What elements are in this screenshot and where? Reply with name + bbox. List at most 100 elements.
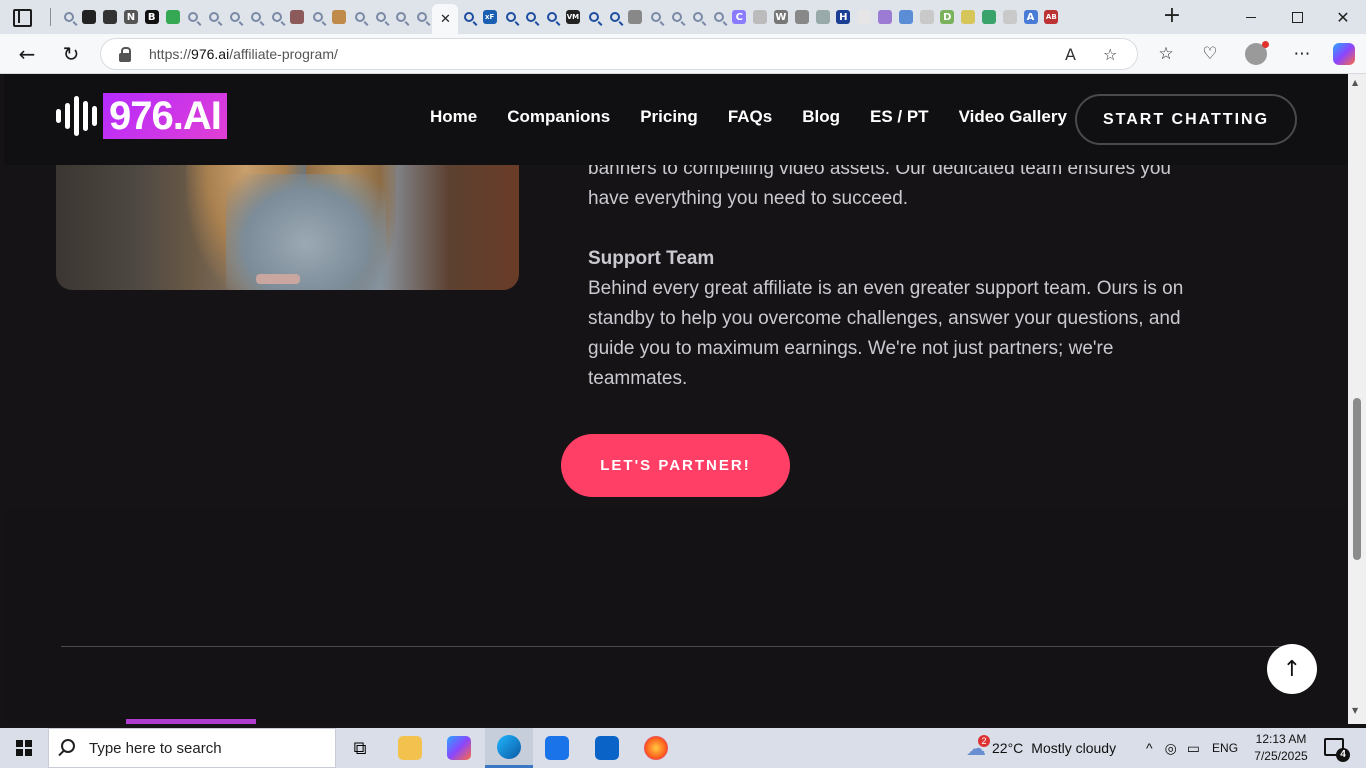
clock[interactable]: 12:13 AM 7/25/2025 xyxy=(1245,731,1317,765)
tab[interactable] xyxy=(287,4,308,30)
lets-partner-button[interactable]: LET'S PARTNER! xyxy=(561,434,790,497)
tab[interactable] xyxy=(266,4,287,30)
tab-close-icon[interactable]: ✕ xyxy=(440,12,451,27)
tab[interactable] xyxy=(625,4,646,30)
store-app[interactable] xyxy=(533,728,581,768)
back-button[interactable]: ← xyxy=(12,40,42,68)
show-hidden-icons-icon[interactable]: ^ xyxy=(1146,740,1153,756)
start-button[interactable] xyxy=(0,728,48,768)
tab[interactable] xyxy=(708,4,729,30)
nav-blog[interactable]: Blog xyxy=(802,107,840,127)
tab[interactable] xyxy=(542,4,563,30)
scrollbar-thumb[interactable] xyxy=(1353,398,1361,560)
site-logo[interactable]: 976.AI xyxy=(56,92,227,140)
tab[interactable] xyxy=(412,4,433,30)
tab[interactable]: A xyxy=(1020,4,1041,30)
tab[interactable]: VM xyxy=(562,4,583,30)
file-explorer-app[interactable] xyxy=(386,728,434,768)
tab[interactable] xyxy=(349,4,370,30)
minimize-button[interactable] xyxy=(1228,0,1274,34)
edge-app[interactable] xyxy=(485,728,533,768)
tab[interactable] xyxy=(162,4,183,30)
tab-list: N B ✕ xF VM C W H D A AB xyxy=(58,0,1158,34)
tab[interactable]: C xyxy=(729,4,750,30)
tab[interactable]: D xyxy=(937,4,958,30)
tab[interactable] xyxy=(978,4,999,30)
tab[interactable] xyxy=(458,4,479,30)
tab[interactable]: B xyxy=(141,4,162,30)
tab[interactable] xyxy=(646,4,667,30)
favorites-icon[interactable]: ☆ xyxy=(1154,42,1178,66)
tab[interactable] xyxy=(812,4,833,30)
tab[interactable]: W xyxy=(770,4,791,30)
tab[interactable] xyxy=(308,4,329,30)
tab[interactable] xyxy=(854,4,875,30)
tab[interactable] xyxy=(100,4,121,30)
page-scrollbar[interactable]: ▲ ▼ xyxy=(1348,74,1366,724)
tab[interactable]: N xyxy=(120,4,141,30)
tab[interactable] xyxy=(895,4,916,30)
tab[interactable] xyxy=(687,4,708,30)
nav-pricing[interactable]: Pricing xyxy=(640,107,698,127)
tab[interactable]: xF xyxy=(479,4,500,30)
tab[interactable] xyxy=(750,4,771,30)
read-aloud-icon[interactable]: A xyxy=(1065,45,1076,64)
more-menu-icon[interactable]: ⋯ xyxy=(1290,42,1314,66)
tab[interactable] xyxy=(604,4,625,30)
tab[interactable] xyxy=(79,4,100,30)
tab-actions-icon[interactable] xyxy=(12,7,32,27)
refresh-button[interactable]: ↻ xyxy=(56,40,86,68)
copilot-icon[interactable] xyxy=(1333,43,1355,65)
firefox-app[interactable] xyxy=(632,728,680,768)
nav-video-gallery[interactable]: Video Gallery xyxy=(959,107,1067,127)
url-text[interactable]: https://976.ai/affiliate-program/ xyxy=(149,46,338,62)
scroll-to-top-button[interactable]: ↑ xyxy=(1267,644,1317,694)
maximize-button[interactable] xyxy=(1274,0,1320,34)
tab[interactable]: H xyxy=(833,4,854,30)
tab[interactable] xyxy=(791,4,812,30)
tab[interactable] xyxy=(245,4,266,30)
taskbar-search[interactable]: Type here to search xyxy=(48,728,336,768)
tab[interactable] xyxy=(183,4,204,30)
tab[interactable] xyxy=(999,4,1020,30)
nav-es-pt[interactable]: ES / PT xyxy=(870,107,929,127)
tab[interactable] xyxy=(521,4,542,30)
tab[interactable]: AB xyxy=(1041,4,1062,30)
scroll-down-arrow[interactable]: ▼ xyxy=(1352,706,1358,715)
profile-avatar[interactable] xyxy=(1245,41,1269,65)
nav-companions[interactable]: Companions xyxy=(507,107,610,127)
tab[interactable] xyxy=(583,4,604,30)
tab[interactable] xyxy=(58,4,79,30)
address-bar[interactable]: https://976.ai/affiliate-program/ A ☆ xyxy=(100,38,1138,70)
favorite-star-icon[interactable]: ☆ xyxy=(1103,45,1117,64)
meet-icon[interactable]: ◎ xyxy=(1165,740,1177,757)
tab[interactable] xyxy=(916,4,937,30)
search-icon xyxy=(354,12,365,22)
tab[interactable] xyxy=(666,4,687,30)
tab[interactable] xyxy=(328,4,349,30)
tab[interactable] xyxy=(500,4,521,30)
tab[interactable] xyxy=(224,4,245,30)
scroll-up-arrow[interactable]: ▲ xyxy=(1352,78,1358,87)
window-close-button[interactable]: ✕ xyxy=(1320,0,1366,34)
notification-center-icon[interactable]: 4 xyxy=(1324,738,1350,762)
tab[interactable] xyxy=(370,4,391,30)
tab[interactable] xyxy=(874,4,895,30)
network-icon[interactable]: ▭ xyxy=(1187,740,1200,757)
new-tab-button[interactable]: + xyxy=(1161,5,1183,28)
tab[interactable] xyxy=(958,4,979,30)
browser-essentials-icon[interactable]: ♡ xyxy=(1198,42,1222,66)
tab-active[interactable]: ✕ xyxy=(432,4,459,34)
nav-home[interactable]: Home xyxy=(430,107,477,127)
lock-icon[interactable] xyxy=(119,47,131,62)
copilot-app[interactable] xyxy=(435,728,483,768)
b-italic-icon xyxy=(898,10,913,24)
tab[interactable] xyxy=(391,4,412,30)
tab[interactable] xyxy=(204,4,225,30)
weather-widget[interactable]: ☁ 2 22°C Mostly cloudy xyxy=(966,728,1116,768)
language-indicator[interactable]: ENG xyxy=(1212,741,1238,755)
start-chatting-button[interactable]: START CHATTING xyxy=(1075,94,1297,145)
nav-faqs[interactable]: FAQs xyxy=(728,107,772,127)
task-view-button[interactable]: ⧉ xyxy=(336,728,384,768)
outlook-app[interactable] xyxy=(583,728,631,768)
